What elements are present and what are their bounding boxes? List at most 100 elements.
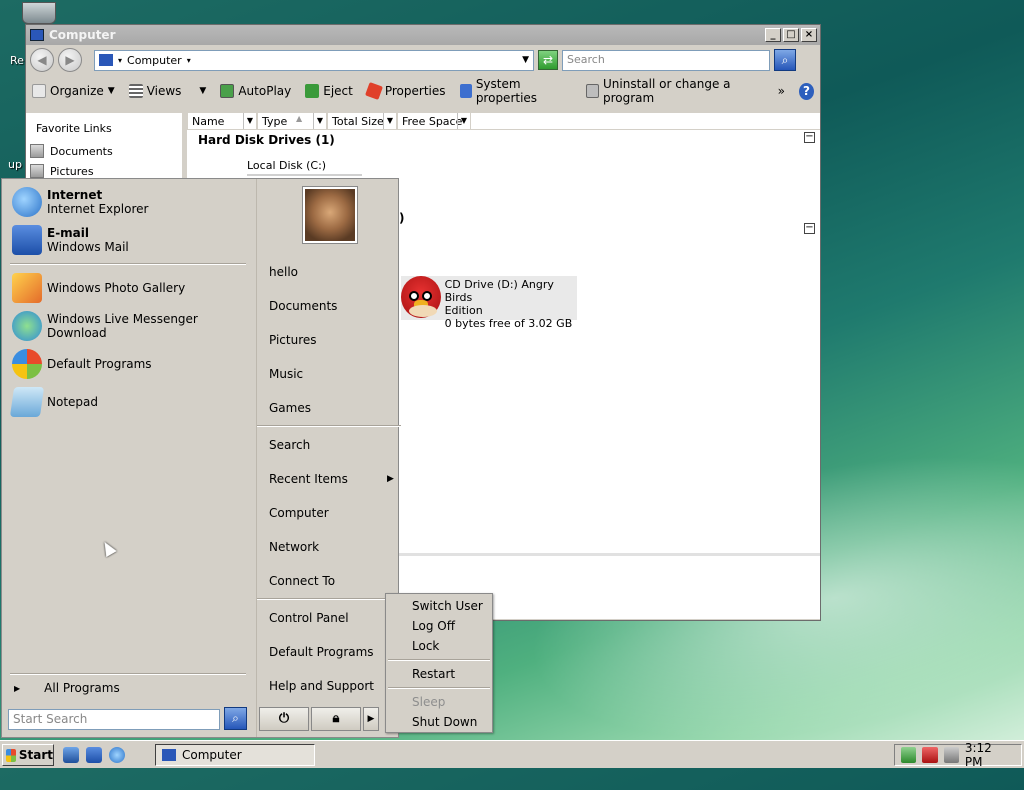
- pinned-internet[interactable]: Internet Internet Explorer: [2, 179, 254, 221]
- window-title: Computer: [49, 28, 116, 42]
- place-games[interactable]: Games: [269, 401, 311, 415]
- internet-explorer-icon: [12, 187, 42, 217]
- menu-item-shut-down[interactable]: Shut Down: [412, 715, 477, 729]
- notification-area: 3:12 PM: [894, 741, 1022, 769]
- menu-item-restart[interactable]: Restart: [412, 667, 455, 681]
- views-button[interactable]: Views ▼: [128, 84, 207, 98]
- local-disk-label[interactable]: Local Disk (C:): [247, 159, 326, 172]
- program-photo-gallery[interactable]: Windows Photo Gallery: [2, 269, 254, 307]
- internet-explorer-icon[interactable]: [109, 747, 125, 763]
- back-button[interactable]: ◀: [30, 48, 54, 72]
- collapse-group-button[interactable]: −: [804, 132, 815, 143]
- address-dropdown-icon[interactable]: ▼: [522, 55, 529, 65]
- column-type-label: Type: [262, 115, 288, 128]
- organize-button[interactable]: Organize ▼: [32, 84, 115, 98]
- lock-icon[interactable]: 🔒︎: [311, 707, 361, 731]
- column-type[interactable]: Type ▲ ▼: [257, 113, 327, 130]
- place-control-panel[interactable]: Control Panel: [269, 611, 349, 625]
- start-menu: Internet Internet Explorer E-mail Window…: [1, 178, 401, 738]
- recycle-bin-icon[interactable]: [22, 2, 56, 24]
- place-music[interactable]: Music: [269, 367, 303, 381]
- column-free-space[interactable]: Free Space ▼: [397, 113, 471, 130]
- start-menu-programs: Internet Internet Explorer E-mail Window…: [2, 179, 254, 711]
- windows-mail-icon: [12, 225, 42, 255]
- power-options-arrow-button[interactable]: ▶: [363, 707, 379, 731]
- maximize-button[interactable]: □: [783, 28, 799, 42]
- separator: [388, 659, 490, 661]
- collapse-group-button[interactable]: −: [804, 223, 815, 234]
- place-user-folder[interactable]: hello: [269, 265, 298, 279]
- search-input[interactable]: Search: [562, 49, 770, 71]
- chevron-down-icon[interactable]: ▼: [382, 113, 396, 129]
- chevron-down-icon[interactable]: ▼: [312, 113, 326, 129]
- taskbar-item-computer[interactable]: Computer: [155, 744, 315, 766]
- chevron-down-icon: ▼: [199, 86, 207, 96]
- place-pictures[interactable]: Pictures: [269, 333, 317, 347]
- separator: [257, 425, 401, 427]
- uninstall-button[interactable]: Uninstall or change a program: [586, 77, 763, 105]
- menu-item-sleep: Sleep: [412, 695, 446, 709]
- program-default-programs[interactable]: Default Programs: [2, 345, 254, 383]
- minimize-button[interactable]: _: [765, 28, 781, 42]
- separator: [257, 598, 401, 600]
- user-avatar[interactable]: [303, 187, 357, 243]
- column-total-size[interactable]: Total Size ▼: [327, 113, 397, 130]
- power-button[interactable]: ⏻: [259, 707, 309, 731]
- program-live-messenger[interactable]: Windows Live Messenger Download: [2, 307, 254, 345]
- breadcrumb-chevron-icon[interactable]: ▾: [118, 56, 122, 65]
- checkmark-icon: [364, 82, 383, 100]
- help-icon[interactable]: ?: [798, 82, 814, 100]
- search-icon[interactable]: ⌕: [774, 49, 796, 71]
- system-properties-button[interactable]: System properties: [459, 77, 573, 105]
- computer-icon: [30, 29, 44, 41]
- switch-windows-icon[interactable]: [86, 747, 102, 763]
- favorite-item-label: Documents: [50, 144, 113, 158]
- network-disconnected-icon[interactable]: [922, 747, 938, 763]
- forward-button[interactable]: ▶: [58, 48, 82, 72]
- more-commands-button[interactable]: »: [778, 84, 785, 98]
- title-bar[interactable]: Computer _ □ ×: [26, 25, 820, 45]
- all-programs-button[interactable]: ▶ All Programs: [2, 677, 254, 699]
- breadcrumb-chevron-icon[interactable]: ▾: [187, 56, 191, 65]
- menu-item-switch-user[interactable]: Switch User: [412, 599, 483, 613]
- menu-item-log-off[interactable]: Log Off: [412, 619, 455, 633]
- place-documents[interactable]: Documents: [269, 299, 337, 313]
- pinned-email[interactable]: E-mail Windows Mail: [2, 221, 254, 259]
- favorite-item-documents[interactable]: Documents: [26, 141, 182, 161]
- properties-button[interactable]: Properties: [364, 82, 446, 100]
- start-button[interactable]: Start: [2, 744, 54, 766]
- close-button[interactable]: ×: [801, 28, 817, 42]
- address-text: Computer: [127, 53, 182, 67]
- pinned-subtitle: Windows Mail: [47, 240, 129, 254]
- column-name[interactable]: Name ▼: [187, 113, 257, 130]
- taskbar: Start Computer 3:12 PM: [0, 740, 1024, 769]
- place-search[interactable]: Search: [269, 438, 310, 452]
- chevron-down-icon[interactable]: ▼: [242, 113, 256, 129]
- clock[interactable]: 3:12 PM: [965, 741, 1021, 769]
- address-bar[interactable]: ▾ Computer ▾ ▼: [94, 49, 534, 71]
- place-default-programs[interactable]: Default Programs: [269, 645, 374, 659]
- place-help-support[interactable]: Help and Support: [269, 679, 374, 693]
- autoplay-button[interactable]: AutoPlay: [220, 84, 291, 98]
- place-computer[interactable]: Computer: [269, 506, 329, 520]
- organize-icon: [32, 84, 46, 98]
- show-desktop-icon[interactable]: [63, 747, 79, 763]
- place-connect-to[interactable]: Connect To: [269, 574, 335, 588]
- refresh-button[interactable]: ⇄: [538, 50, 558, 70]
- chevron-down-icon[interactable]: ▼: [456, 113, 470, 129]
- system-properties-label: System properties: [475, 77, 538, 105]
- place-recent-items[interactable]: Recent Items: [269, 472, 348, 486]
- computer-icon: [162, 749, 176, 761]
- volume-muted-icon[interactable]: [943, 747, 959, 763]
- search-icon[interactable]: ⌕: [224, 707, 247, 730]
- menu-item-lock[interactable]: Lock: [412, 639, 439, 653]
- taskbar-item-label: Computer: [182, 748, 242, 762]
- program-notepad[interactable]: Notepad: [2, 383, 254, 421]
- place-network[interactable]: Network: [269, 540, 319, 554]
- cd-drive-free-space: 0 bytes free of 3.02 GB: [444, 317, 573, 330]
- eject-button[interactable]: Eject: [305, 84, 353, 98]
- start-search-input[interactable]: Start Search: [8, 709, 220, 730]
- cd-drive-item[interactable]: CD Drive (D:) Angry Birds Edition 0 byte…: [401, 276, 577, 330]
- group-hard-disk-drives[interactable]: Hard Disk Drives (1): [187, 130, 820, 150]
- security-center-icon[interactable]: [901, 747, 917, 763]
